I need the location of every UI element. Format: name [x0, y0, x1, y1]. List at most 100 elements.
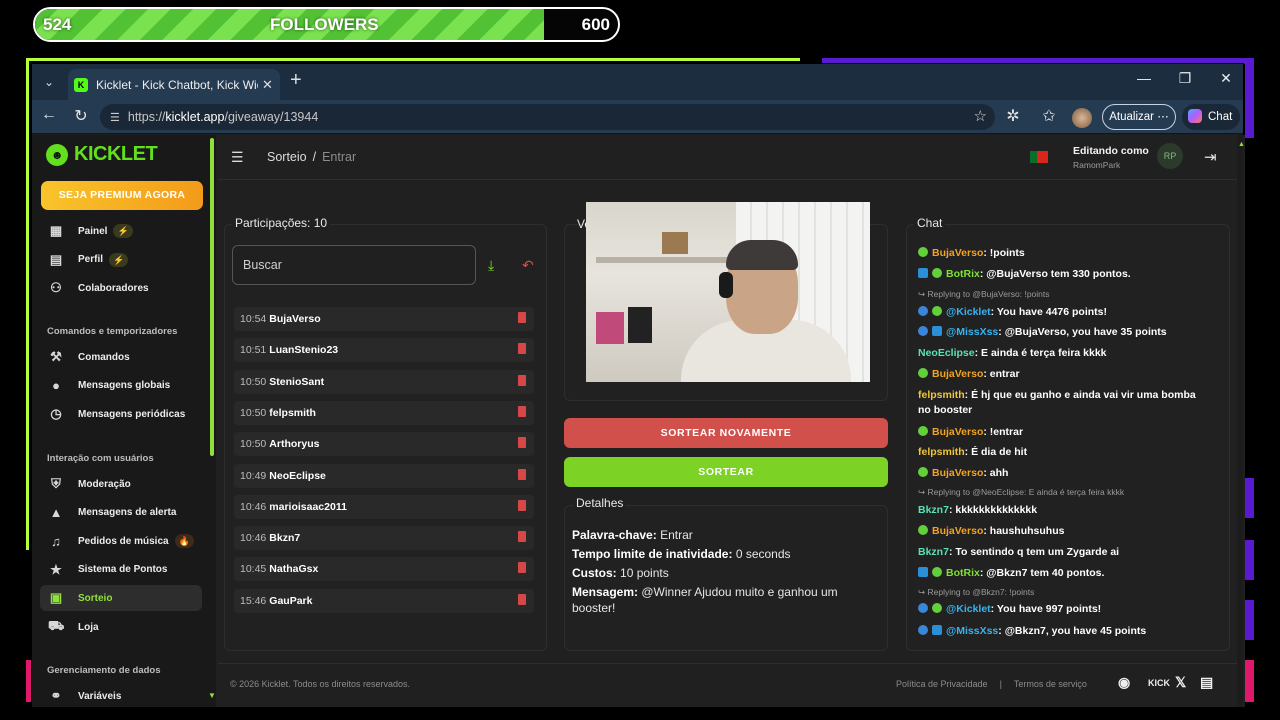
sidebar-item-variáveis[interactable]: ⚭ Variáveis — [40, 683, 202, 707]
x-twitter-icon[interactable]: 𝕏 — [1175, 674, 1186, 691]
collaborators-icon: ⚇ — [50, 280, 62, 295]
sidebar: ☻ KICKLET SEJA PREMIUM AGORA ▦ Painel ⚡ ▤ Per… — [32, 135, 216, 707]
sidebar-item-perfil[interactable]: ▤ Perfil ⚡ — [40, 247, 202, 273]
terms-link[interactable]: Termos de serviço — [1014, 679, 1087, 689]
chat-text: You have 4476 points! — [996, 306, 1107, 318]
chat-text: ahh — [989, 467, 1009, 479]
sidebar-item-comandos[interactable]: ⚒ Comandos — [40, 344, 202, 370]
chat-message: ↪ Replying to @NeoEclipse: E ainda é ter… — [918, 486, 1218, 498]
sidebar-item-mensagens-de-alerta[interactable]: ▲ Mensagens de alerta — [40, 500, 202, 526]
chat-username[interactable]: @MissXss — [946, 326, 998, 338]
detail-message: Mensagem: @Winner Ajudou muito e ganhou … — [572, 584, 882, 616]
participant-search-input[interactable]: Buscar — [232, 245, 476, 285]
sidebar-scrollbar[interactable] — [210, 138, 214, 456]
chat-username[interactable]: BotRix — [946, 268, 980, 280]
extensions-icon[interactable]: ✲ — [1002, 106, 1024, 126]
kicklet-logo[interactable]: ☻ KICKLET — [46, 143, 158, 166]
draw-button[interactable]: SORTEAR — [564, 457, 888, 487]
scroll-up-icon[interactable]: ▲ — [1238, 141, 1245, 151]
download-icon[interactable]: ⤓ — [488, 257, 494, 274]
page-scrollbar[interactable]: ▲ — [1237, 135, 1245, 707]
minimize-button[interactable]: — — [1129, 70, 1159, 86]
chat-username[interactable]: BujaVerso — [932, 525, 983, 537]
participant-time: 10:45 — [240, 563, 267, 576]
chat-username[interactable]: felpsmith — [918, 446, 965, 458]
portugal-flag-icon[interactable] — [1030, 151, 1048, 163]
undo-icon[interactable]: ↶ — [522, 257, 534, 274]
chat-username[interactable]: felpsmith — [918, 389, 965, 401]
delete-trash-icon[interactable] — [518, 343, 526, 355]
chat-username[interactable]: BujaVerso — [932, 247, 983, 259]
chat-username[interactable]: BujaVerso — [932, 426, 983, 438]
delete-trash-icon[interactable] — [518, 312, 526, 323]
tab-close-icon[interactable]: ✕ — [262, 77, 273, 93]
sidebar-item-label: Painel — [78, 225, 108, 237]
chat-username[interactable]: BujaVerso — [932, 368, 983, 380]
chat-username[interactable]: Bkzn7 — [918, 504, 949, 516]
bookmark-star-icon[interactable]: ☆ — [974, 107, 987, 125]
breadcrumb-sorteio[interactable]: Sorteio — [267, 150, 307, 164]
delete-trash-icon[interactable] — [518, 562, 526, 574]
discord-icon[interactable]: ◉ — [1118, 674, 1130, 691]
sidebar-item-colaboradores[interactable]: ⚇ Colaboradores — [40, 275, 202, 301]
sidebar-scroll-down-icon[interactable]: ▼ — [208, 691, 216, 700]
sidebar-item-painel[interactable]: ▦ Painel ⚡ — [40, 218, 202, 244]
delete-trash-icon[interactable] — [518, 374, 526, 386]
chat-username[interactable]: Bkzn7 — [918, 546, 949, 558]
premium-button[interactable]: SEJA PREMIUM AGORA — [41, 181, 203, 210]
chat-message: BujaVerso: ahh — [918, 467, 1218, 479]
address-bar[interactable]: ☰ https://kicklet.app/giveaway/13944 ☆ — [100, 104, 995, 130]
participant-time: 10:54 — [240, 313, 267, 325]
user-avatar[interactable]: RP — [1157, 143, 1183, 169]
reload-icon[interactable]: ↻ — [70, 106, 92, 126]
sidebar-item-sistema-de-pontos[interactable]: ★ Sistema de Pontos — [40, 557, 202, 583]
delete-trash-icon[interactable] — [518, 437, 526, 449]
sidebar-item-moderação[interactable]: ⛨ Moderação — [40, 471, 202, 497]
kicklet-logo-text: KICKLET — [74, 143, 158, 165]
kick-icon[interactable]: KICK — [1148, 678, 1170, 688]
chat-message: BujaVerso: !points — [918, 247, 1218, 259]
sidebar-item-sorteio[interactable]: ▣ Sorteio — [40, 585, 202, 612]
copilot-chat-button[interactable]: Chat — [1182, 104, 1240, 130]
browser-tab-active[interactable]: K Kicklet - Kick Chatbot, Kick Widgets ✕ — [68, 69, 280, 100]
sidebar-item-label: Mensagens de alerta — [78, 507, 177, 519]
sidebar-item-mensagens-periódicas[interactable]: ◷ Mensagens periódicas — [40, 401, 202, 427]
chat-username[interactable]: @MissXss — [946, 625, 998, 637]
delete-trash-icon[interactable] — [518, 531, 526, 543]
close-window-button[interactable]: ✕ — [1211, 70, 1241, 87]
docs-icon[interactable]: ▤ — [1200, 674, 1213, 691]
chat-message: @MissXss: @Bkzn7, you have 45 points — [918, 625, 1218, 637]
sidebar-item-loja[interactable]: ⛟ Loja — [40, 614, 202, 640]
participant-name: marioisaac2011 — [269, 500, 347, 513]
participant-name: Bkzn7 — [269, 532, 301, 545]
sidebar-item-pedidos-de-música[interactable]: ♫ Pedidos de música 🔥 — [40, 528, 202, 554]
chat-username[interactable]: BotRix — [946, 567, 980, 579]
site-info-icon[interactable]: ☰ — [110, 111, 120, 124]
menu-toggle-icon[interactable]: ☰ — [231, 149, 244, 166]
logout-icon[interactable]: ⇥ — [1204, 148, 1217, 166]
profile-avatar[interactable] — [1072, 108, 1092, 128]
chat-username[interactable]: BujaVerso — [932, 467, 983, 479]
sidebar-item-mensagens-globais[interactable]: ● Mensagens globais — [40, 373, 202, 399]
chat-username[interactable]: @Kicklet — [946, 306, 991, 318]
bot-badge-icon — [932, 625, 942, 635]
webcam-poster — [596, 312, 624, 344]
privacy-link[interactable]: Política de Privacidade — [896, 679, 988, 689]
new-tab-button[interactable]: + — [290, 69, 302, 92]
maximize-button[interactable]: ❐ — [1170, 70, 1200, 87]
delete-trash-icon[interactable] — [518, 468, 526, 480]
favorites-icon[interactable]: ✩ — [1038, 106, 1060, 126]
draw-again-button[interactable]: SORTEAR NOVAMENTE — [564, 418, 888, 448]
participant-row: 10:50 felpsmith — [234, 400, 534, 425]
back-icon[interactable]: ← — [38, 106, 60, 124]
update-button[interactable]: Atualizar ⋯ — [1102, 104, 1176, 130]
participant-time: 10:50 — [240, 406, 267, 419]
chat-username[interactable]: @Kicklet — [946, 603, 991, 615]
chat-username[interactable]: NeoEclipse — [918, 347, 975, 359]
webcam-poster-dark — [628, 307, 652, 343]
delete-trash-icon[interactable] — [518, 593, 526, 605]
tab-search-button[interactable]: ⌄ — [38, 70, 60, 94]
breadcrumb-separator: / — [312, 150, 317, 164]
delete-trash-icon[interactable] — [518, 405, 526, 417]
delete-trash-icon[interactable] — [518, 499, 526, 511]
